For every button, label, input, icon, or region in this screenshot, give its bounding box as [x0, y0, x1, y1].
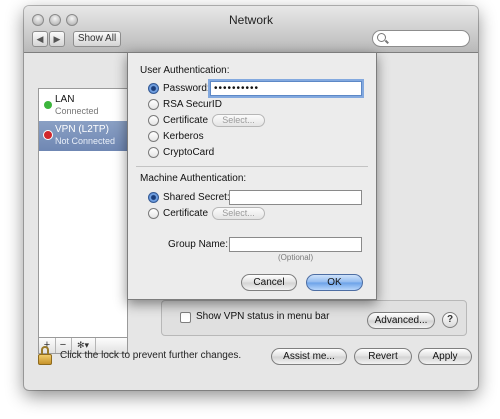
kerberos-label: Kerberos: [163, 131, 204, 142]
service-status: Connected: [55, 106, 99, 116]
forward-arrow-icon: ▶: [53, 34, 61, 44]
password-label: Password:: [163, 83, 210, 94]
show-all-button[interactable]: Show All: [73, 31, 121, 47]
cryptocard-radio[interactable]: [148, 147, 159, 158]
rsa-securid-radio[interactable]: [148, 99, 159, 110]
assist-me-button[interactable]: Assist me...: [271, 348, 347, 365]
advanced-button[interactable]: Advanced...: [367, 312, 435, 329]
service-name: LAN: [55, 94, 75, 105]
service-list: LAN Connected VPN (L2TP) Not Connected: [38, 88, 128, 338]
certificate-label: Certificate: [163, 115, 209, 126]
forward-button[interactable]: ▶: [49, 31, 65, 47]
user-authentication-heading: User Authentication:: [140, 65, 230, 76]
status-green-icon: [44, 101, 52, 109]
service-item-vpn[interactable]: VPN (L2TP) Not Connected: [39, 121, 127, 151]
password-field[interactable]: ••••••••••: [210, 81, 362, 96]
certificate-radio[interactable]: [148, 115, 159, 126]
window-title: Network: [228, 13, 273, 27]
machine-certificate-select-button[interactable]: Select...: [212, 207, 265, 220]
kerberos-radio[interactable]: [148, 131, 159, 142]
help-button[interactable]: ?: [442, 312, 458, 328]
service-item-lan[interactable]: LAN Connected: [39, 91, 127, 121]
show-vpn-status-label: Show VPN status in menu bar: [196, 311, 330, 322]
shared-secret-field[interactable]: [229, 190, 362, 205]
optional-hint: (Optional): [278, 253, 314, 262]
revert-button[interactable]: Revert: [354, 348, 412, 365]
back-arrow-icon: ◀: [36, 34, 44, 44]
search-icon: [377, 33, 386, 42]
section-divider: [136, 166, 368, 167]
cancel-button[interactable]: Cancel: [241, 274, 297, 291]
service-status: Not Connected: [55, 136, 116, 146]
lock-icon[interactable]: [38, 346, 54, 366]
search-field[interactable]: [372, 30, 470, 47]
password-radio[interactable]: [148, 83, 159, 94]
machine-certificate-radio[interactable]: [148, 208, 159, 219]
authentication-settings-sheet: User Authentication: Password: •••••••••…: [127, 52, 377, 300]
certificate-select-button[interactable]: Select...: [212, 114, 265, 127]
machine-authentication-heading: Machine Authentication:: [140, 173, 247, 184]
rsa-securid-label: RSA SecurID: [163, 99, 222, 110]
cryptocard-label: CryptoCard: [163, 147, 215, 158]
back-button[interactable]: ◀: [32, 31, 48, 47]
gear-icon: ✻▾: [76, 340, 90, 350]
shared-secret-radio[interactable]: [148, 192, 159, 203]
group-name-field[interactable]: [229, 237, 362, 252]
show-vpn-status-checkbox[interactable]: [180, 312, 191, 323]
machine-certificate-label: Certificate: [163, 208, 209, 219]
lock-message: Click the lock to prevent further change…: [60, 350, 242, 361]
ok-button[interactable]: OK: [306, 274, 363, 291]
shared-secret-label: Shared Secret:: [163, 192, 230, 203]
status-red-icon: [44, 131, 52, 139]
apply-button[interactable]: Apply: [418, 348, 472, 365]
group-name-label: Group Name:: [168, 239, 229, 250]
service-name: VPN (L2TP): [55, 124, 109, 135]
title-bar: Network ◀ ▶ Show All: [24, 6, 478, 53]
